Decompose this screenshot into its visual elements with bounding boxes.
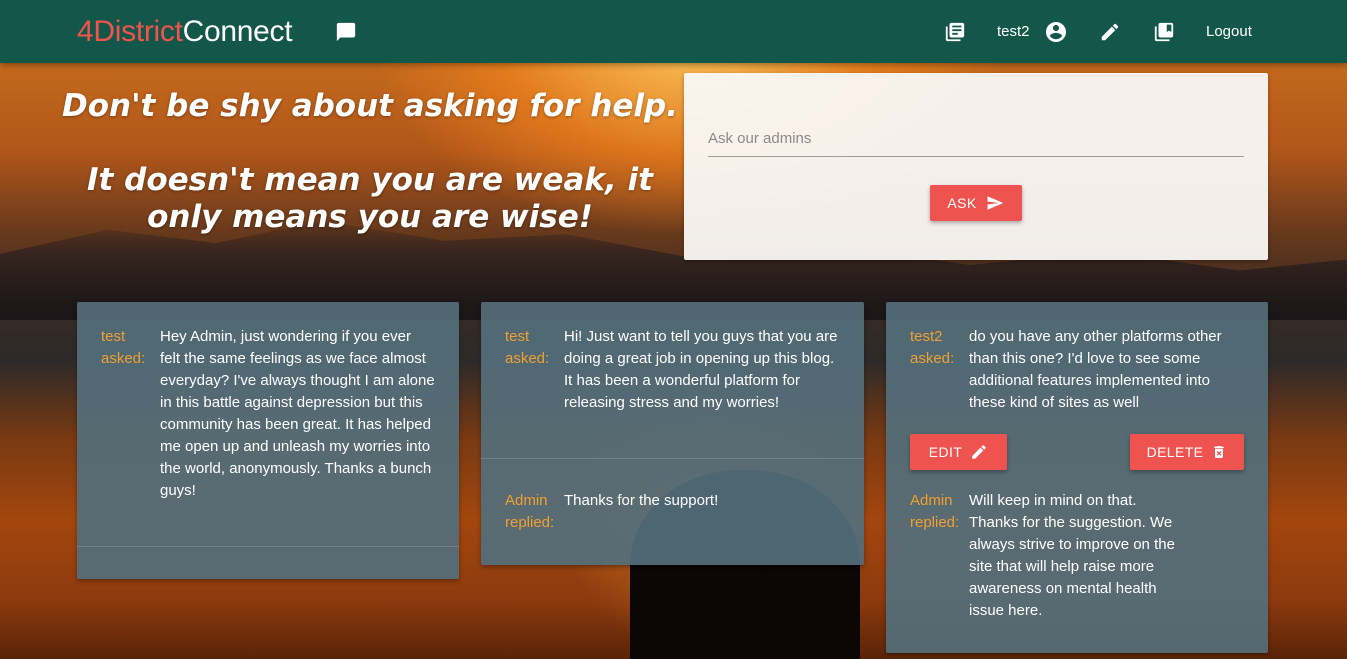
send-icon <box>987 196 1003 210</box>
quote-line2: It doesn't mean you are weak, it only me… <box>87 162 653 235</box>
ask-card: ASK <box>684 73 1268 260</box>
logout-link[interactable]: Logout <box>1206 22 1252 42</box>
question-row: test2 asked: do you have any other platf… <box>910 326 1244 414</box>
motivational-quote: Don't be shy about asking for help. It d… <box>60 88 680 273</box>
replied-label: replied: <box>910 514 960 531</box>
replier-label: Admin replied: <box>910 490 969 622</box>
reply-row: Admin replied: Will keep in mind on that… <box>910 490 1244 622</box>
reply-text: Will keep in mind on that. Thanks for th… <box>969 492 1175 619</box>
question-row: test asked: Hi! Just want to tell you gu… <box>505 326 840 414</box>
edit-button-label: EDIT <box>928 444 963 460</box>
question-text: Hey Admin, just wondering if you ever fe… <box>160 328 435 499</box>
card-divider <box>481 458 864 459</box>
card-divider <box>77 546 459 547</box>
reply-text: Thanks for the support! <box>564 492 719 509</box>
replier-label: Admin replied: <box>505 490 564 534</box>
navbar: 4DistrictConnect test2 Logout <box>0 0 1347 63</box>
asker-label: test asked: <box>101 326 160 502</box>
asker-name: test <box>505 328 530 345</box>
asked-label: asked: <box>101 350 146 367</box>
reply-row: Admin replied: Thanks for the support! <box>505 490 840 534</box>
brand-part2: Connect <box>182 15 293 48</box>
asker-name: test <box>101 328 126 345</box>
ask-input[interactable] <box>708 121 1244 157</box>
edit-button[interactable]: EDIT <box>910 434 1007 470</box>
delete-button[interactable]: DELETE <box>1130 434 1244 470</box>
asker-label: test2 asked: <box>910 326 969 414</box>
question-card: test asked: Hey Admin, just wondering if… <box>77 302 459 579</box>
pencil-icon[interactable] <box>1098 20 1122 44</box>
replied-label: replied: <box>505 514 555 531</box>
nav-username[interactable]: test2 <box>997 22 1030 42</box>
account-circle-icon[interactable] <box>1044 20 1068 44</box>
ask-button-label: ASK <box>947 195 977 211</box>
asked-label: asked: <box>505 350 550 367</box>
collections-bookmark-icon[interactable] <box>1152 20 1176 44</box>
question-row: test asked: Hey Admin, just wondering if… <box>101 326 435 502</box>
quote-line1: Don't be shy about asking for help. <box>61 88 679 124</box>
brand-logo[interactable]: 4DistrictConnect <box>77 14 293 50</box>
brand-part1: 4District <box>77 15 183 48</box>
question-card: test2 asked: do you have any other platf… <box>886 302 1268 653</box>
replier-name: Admin <box>505 492 548 509</box>
asker-label: test asked: <box>505 326 564 414</box>
question-card: test asked: Hi! Just want to tell you gu… <box>481 302 864 565</box>
replier-name: Admin <box>910 492 953 509</box>
question-text: do you have any other platforms other th… <box>969 328 1222 411</box>
asked-label: asked: <box>910 350 955 367</box>
delete-icon <box>1214 446 1225 458</box>
chat-icon[interactable] <box>334 20 358 44</box>
asker-name: test2 <box>910 328 943 345</box>
library-books-icon[interactable] <box>943 20 967 44</box>
ask-button[interactable]: ASK <box>930 185 1022 221</box>
edit-icon <box>972 445 987 459</box>
question-text: Hi! Just want to tell you guys that you … <box>564 328 838 411</box>
delete-button-label: DELETE <box>1146 444 1204 460</box>
